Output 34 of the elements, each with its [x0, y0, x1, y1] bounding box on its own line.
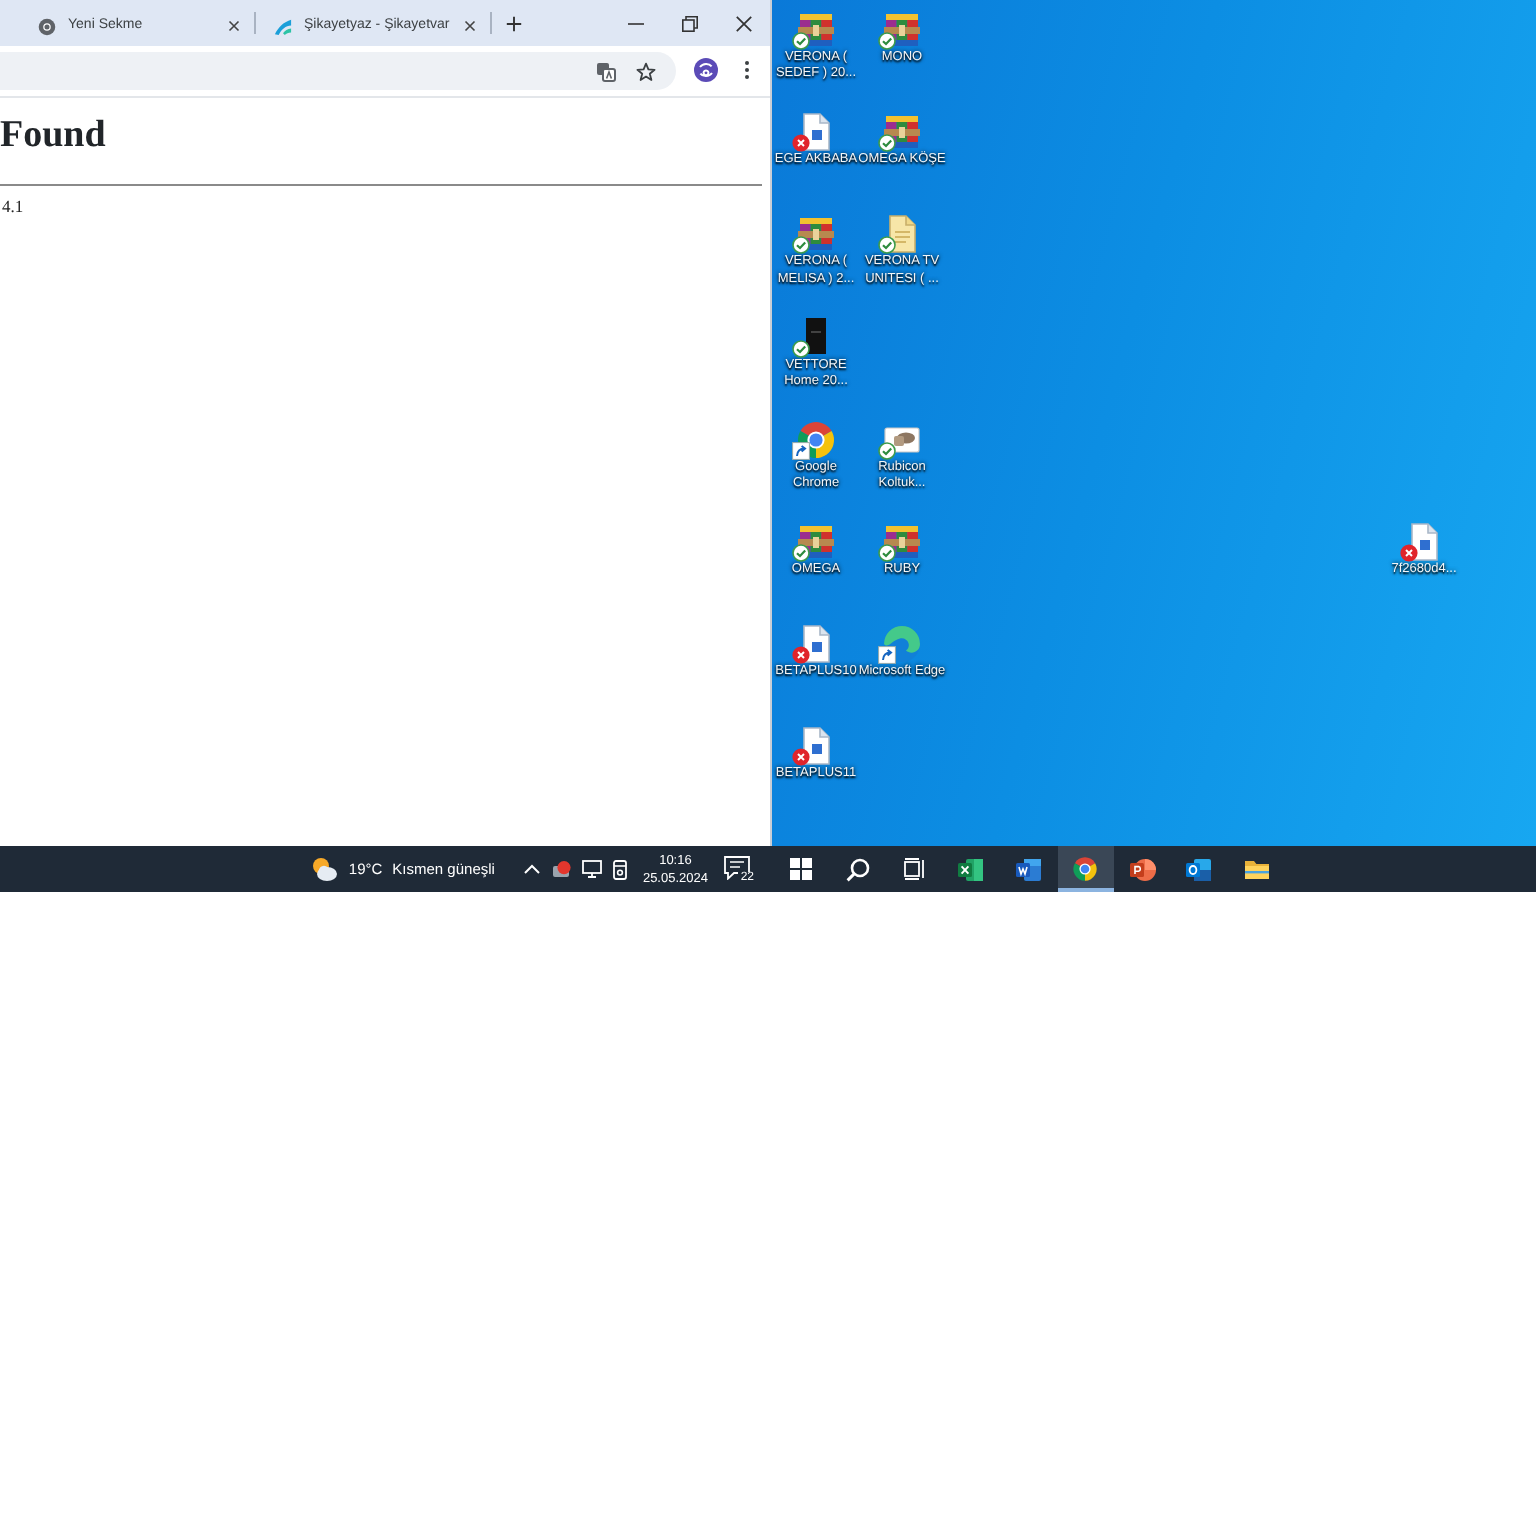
avatar-icon[interactable]	[694, 58, 718, 83]
mail-app-icon[interactable]	[1186, 857, 1213, 881]
new-tab-icon[interactable]	[506, 15, 522, 31]
tray-app-icon[interactable]	[552, 860, 573, 878]
task-view-icon[interactable]	[903, 858, 926, 880]
page-text: 4.1	[2, 194, 24, 220]
close-icon[interactable]	[228, 20, 240, 32]
windows-logo-icon[interactable]	[789, 858, 812, 880]
translate-icon[interactable]	[596, 61, 616, 81]
page-heading: Found	[0, 112, 106, 160]
address-field[interactable]	[0, 52, 676, 90]
archive-icon[interactable]	[796, 521, 836, 562]
spreadsheet-icon[interactable]	[958, 857, 985, 881]
browser-logo-icon	[38, 17, 56, 35]
archive-icon[interactable]	[882, 9, 922, 50]
restore-icon[interactable]	[681, 15, 697, 31]
device-icon[interactable]	[612, 859, 629, 879]
notification-icon[interactable]	[724, 855, 750, 879]
close-icon[interactable]	[735, 15, 751, 31]
weather-icon[interactable]	[310, 856, 339, 882]
archive-icon[interactable]	[882, 111, 922, 152]
presentation-icon[interactable]	[1129, 857, 1156, 881]
star-icon[interactable]	[636, 61, 656, 81]
chrome-logo-icon[interactable]	[1072, 856, 1099, 882]
archive-icon[interactable]	[796, 9, 836, 50]
folder-icon[interactable]	[1243, 858, 1270, 880]
search-icon[interactable]	[845, 857, 870, 881]
archive-icon[interactable]	[882, 521, 922, 562]
word-processor-icon[interactable]	[1015, 857, 1042, 881]
swoosh-icon	[274, 17, 292, 35]
monitor-icon[interactable]	[582, 860, 603, 878]
chevron-up-icon[interactable]	[524, 864, 541, 874]
close-icon[interactable]	[464, 20, 476, 32]
more-menu-icon[interactable]	[744, 60, 750, 81]
